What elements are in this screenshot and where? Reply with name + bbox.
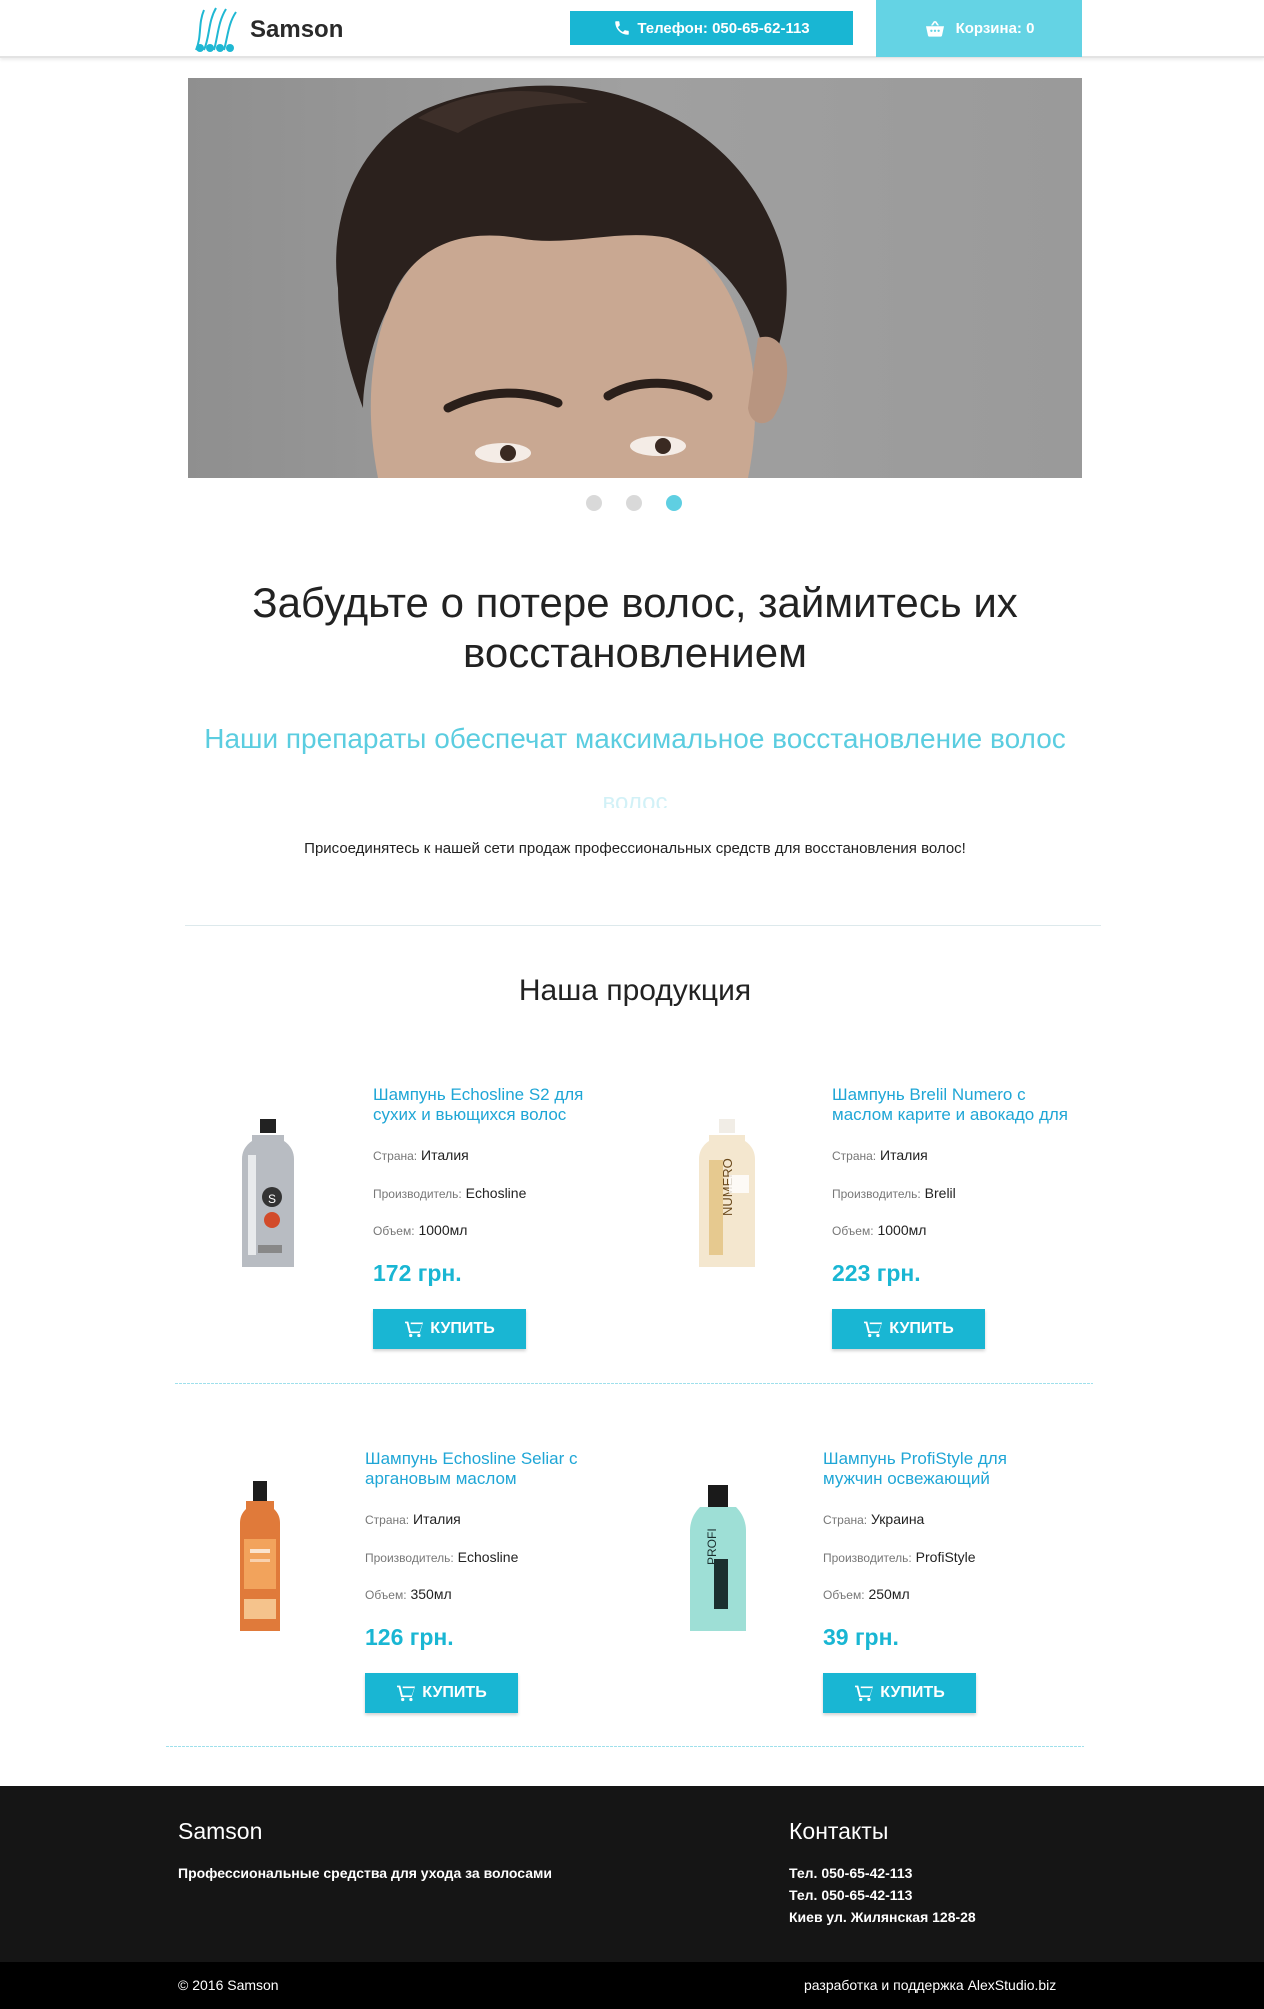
slider-dots — [586, 495, 682, 511]
svg-text:PROFI: PROFI — [705, 1528, 719, 1565]
silver-bottle-icon: S — [242, 1119, 294, 1267]
logo-text: Samson — [250, 16, 344, 43]
product-maker: Производитель: Brelil — [832, 1185, 956, 1201]
buy-button[interactable]: КУПИТЬ — [365, 1673, 518, 1713]
buy-button[interactable]: КУПИТЬ — [832, 1309, 985, 1349]
site-footer: Samson Профессиональные средства для ухо… — [0, 1786, 1264, 1962]
hair-logo-icon — [195, 7, 237, 52]
slider-dot-2[interactable] — [626, 495, 642, 511]
product-image[interactable] — [210, 1469, 310, 1649]
product-image[interactable]: S — [218, 1105, 318, 1285]
footer-phone-2[interactable]: Тел. 050-65-42-113 — [789, 1884, 912, 1906]
product-name[interactable]: Шампунь Echosline Seliar с аргановым мас… — [365, 1449, 605, 1489]
phone-label: Телефон: 050-65-62-113 — [637, 19, 810, 37]
footer-brand: Samson — [178, 1818, 263, 1844]
page-subheadline: Наши препараты обеспечат максимальное во… — [204, 723, 1066, 754]
developer-credits[interactable]: разработка и поддержка AlexStudio.biz — [804, 1977, 1056, 1993]
product-country: Страна: Италия — [365, 1511, 461, 1527]
product-volume: Объем: 350мл — [365, 1586, 452, 1602]
footer-phone-1[interactable]: Тел. 050-65-42-113 — [789, 1862, 912, 1884]
subheadline-overflow: волос — [602, 789, 668, 808]
teal-bottle-icon: PROFI — [690, 1485, 746, 1631]
product-card: Шампунь Echosline Seliar с аргановым мас… — [180, 1449, 620, 1749]
product-card: NUMERO Шампунь Brelil Numero с маслом ка… — [647, 1085, 1087, 1385]
site-header: Samson Телефон: 050-65-62-113 Корзина: 0 — [0, 0, 1264, 58]
cart-plus-icon — [864, 1321, 883, 1338]
product-name[interactable]: Шампунь ProfiStyle для мужчин освежающий — [823, 1449, 1063, 1489]
product-volume: Объем: 1000мл — [832, 1222, 927, 1238]
product-row-divider — [175, 1383, 1093, 1384]
slider-dot-3[interactable] — [666, 495, 682, 511]
basket-icon — [925, 20, 944, 37]
footer-address: Киев ул. Жилянская 128-28 — [789, 1909, 976, 1925]
product-card: PROFI Шампунь ProfiStyle для мужчин осве… — [638, 1449, 1078, 1749]
product-price: 172 грн. — [373, 1260, 462, 1286]
product-country: Страна: Италия — [373, 1147, 469, 1163]
product-maker: Производитель: Echosline — [365, 1549, 519, 1565]
product-country: Страна: Украина — [823, 1511, 925, 1527]
phone-icon — [615, 21, 630, 35]
cart-plus-icon — [405, 1321, 424, 1338]
buy-button[interactable]: КУПИТЬ — [373, 1309, 526, 1349]
orange-bottle-icon — [240, 1481, 280, 1631]
product-maker: Производитель: ProfiStyle — [823, 1549, 976, 1565]
cart-label: Корзина: 0 — [955, 20, 1035, 37]
hero-slider[interactable] — [188, 78, 1082, 478]
slider-dot-1[interactable] — [586, 495, 602, 511]
product-country: Страна: Италия — [832, 1147, 928, 1163]
product-price: 126 грн. — [365, 1624, 454, 1650]
product-price: 39 грн. — [823, 1624, 899, 1650]
product-row-divider — [166, 1746, 1084, 1747]
copyright: © 2016 Samson — [178, 1977, 279, 1993]
footer-tagline: Профессиональные средства для ухода за в… — [178, 1865, 552, 1881]
hero-image — [336, 85, 788, 478]
cart-button[interactable]: Корзина: 0 — [876, 0, 1082, 57]
product-image[interactable]: PROFI — [668, 1469, 768, 1649]
cream-bottle-icon: NUMERO — [699, 1119, 755, 1267]
join-text: Присоединятесь к нашей сети продаж профе… — [304, 840, 966, 857]
phone-button[interactable]: Телефон: 050-65-62-113 — [570, 11, 853, 45]
products-title: Наша продукция — [518, 974, 752, 1007]
product-price: 223 грн. — [832, 1260, 921, 1286]
section-divider — [185, 925, 1101, 926]
footer-contacts-title: Контакты — [789, 1818, 889, 1844]
product-card: S Шампунь Echosline S2 для сухих и вьющи… — [188, 1085, 628, 1385]
cart-plus-icon — [855, 1685, 874, 1702]
product-image[interactable]: NUMERO — [677, 1105, 777, 1285]
bottom-bar: © 2016 Samson разработка и поддержка Ale… — [0, 1962, 1264, 2009]
page-headline: Забудьте о потере волос, займитесь их во… — [252, 579, 1018, 676]
product-maker: Производитель: Echosline — [373, 1185, 527, 1201]
svg-text:S: S — [268, 1192, 276, 1206]
logo[interactable]: Samson — [188, 6, 343, 54]
product-name[interactable]: Шампунь Echosline S2 для сухих и вьющихс… — [373, 1085, 613, 1125]
buy-button[interactable]: КУПИТЬ — [823, 1673, 976, 1713]
cart-plus-icon — [397, 1685, 416, 1702]
product-volume: Объем: 250мл — [823, 1586, 910, 1602]
product-volume: Объем: 1000мл — [373, 1222, 468, 1238]
product-name[interactable]: Шампунь Brelil Numero с маслом карите и … — [832, 1085, 1072, 1125]
